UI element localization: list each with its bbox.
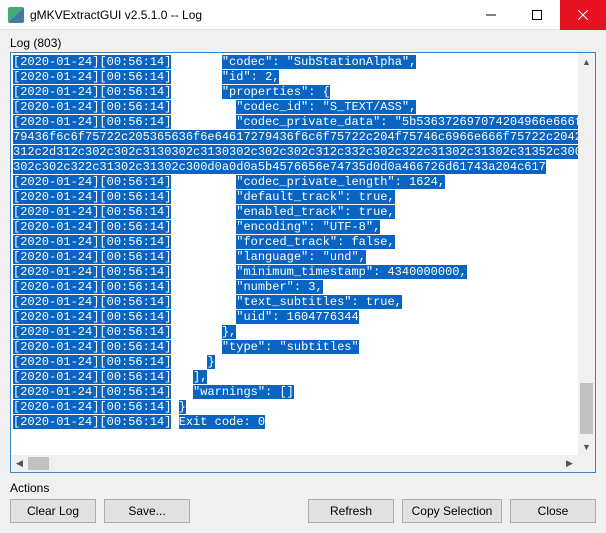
button-row: Clear Log Save... Refresh Copy Selection…	[10, 499, 596, 523]
log-line: [2020-01-24][00:56:14] }	[13, 355, 576, 370]
copy-selection-button[interactable]: Copy Selection	[402, 499, 502, 523]
actions-group-label: Actions	[10, 481, 596, 495]
log-line: 79436f6c6f75722c205365636f6e64617279436f…	[13, 130, 576, 145]
log-line: [2020-01-24][00:56:14] "number": 3,	[13, 280, 576, 295]
log-line: [2020-01-24][00:56:14] "encoding": "UTF-…	[13, 220, 576, 235]
horizontal-scrollbar[interactable]: ◀ ▶	[11, 455, 578, 472]
log-line: [2020-01-24][00:56:14] "minimum_timestam…	[13, 265, 576, 280]
scroll-right-button[interactable]: ▶	[561, 455, 578, 472]
vertical-scroll-thumb[interactable]	[580, 383, 593, 435]
log-line: 302c302c322c31302c31302c300d0a0d0a5b4576…	[13, 160, 576, 175]
log-line: [2020-01-24][00:56:14] "properties": {	[13, 85, 576, 100]
log-line: [2020-01-24][00:56:14] Exit code: 0	[13, 415, 576, 430]
log-line: [2020-01-24][00:56:14] "default_track": …	[13, 190, 576, 205]
vertical-scrollbar[interactable]: ▲ ▼	[578, 53, 595, 455]
log-line: [2020-01-24][00:56:14] "uid": 1604776344	[13, 310, 576, 325]
close-button[interactable]: Close	[510, 499, 596, 523]
scroll-left-button[interactable]: ◀	[11, 455, 28, 472]
window-minimize-button[interactable]	[468, 0, 514, 30]
window-close-button[interactable]	[560, 0, 606, 30]
scroll-down-button[interactable]: ▼	[578, 438, 595, 455]
scroll-up-button[interactable]: ▲	[578, 53, 595, 70]
log-line: [2020-01-24][00:56:14] "language": "und"…	[13, 250, 576, 265]
window-maximize-button[interactable]	[514, 0, 560, 30]
log-line: [2020-01-24][00:56:14] "codec": "SubStat…	[13, 55, 576, 70]
title-bar: gMKVExtractGUI v2.5.1.0 -- Log	[0, 0, 606, 30]
log-line: [2020-01-24][00:56:14] ],	[13, 370, 576, 385]
log-line: [2020-01-24][00:56:14] },	[13, 325, 576, 340]
horizontal-scroll-thumb[interactable]	[28, 457, 49, 470]
log-line: [2020-01-24][00:56:14] "codec_id": "S_TE…	[13, 100, 576, 115]
app-icon	[8, 7, 24, 23]
log-line: [2020-01-24][00:56:14] "warnings": []	[13, 385, 576, 400]
log-line: [2020-01-24][00:56:14] }	[13, 400, 576, 415]
log-line: [2020-01-24][00:56:14] "codec_private_da…	[13, 115, 576, 130]
refresh-button[interactable]: Refresh	[308, 499, 394, 523]
log-line: [2020-01-24][00:56:14] "codec_private_le…	[13, 175, 576, 190]
save-button[interactable]: Save...	[104, 499, 190, 523]
log-line: [2020-01-24][00:56:14] "id": 2,	[13, 70, 576, 85]
log-line: [2020-01-24][00:56:14] "enabled_track": …	[13, 205, 576, 220]
log-line: 312c2d312c302c302c3130302c3130302c302c30…	[13, 145, 576, 160]
log-line: [2020-01-24][00:56:14] "forced_track": f…	[13, 235, 576, 250]
log-group-label: Log (803)	[10, 36, 596, 50]
window-title: gMKVExtractGUI v2.5.1.0 -- Log	[30, 8, 468, 22]
scroll-corner	[578, 455, 595, 472]
log-line: [2020-01-24][00:56:14] "type": "subtitle…	[13, 340, 576, 355]
clear-log-button[interactable]: Clear Log	[10, 499, 96, 523]
log-text-area[interactable]: [2020-01-24][00:56:14] "codec": "SubStat…	[10, 52, 596, 473]
log-line: [2020-01-24][00:56:14] "text_subtitles":…	[13, 295, 576, 310]
